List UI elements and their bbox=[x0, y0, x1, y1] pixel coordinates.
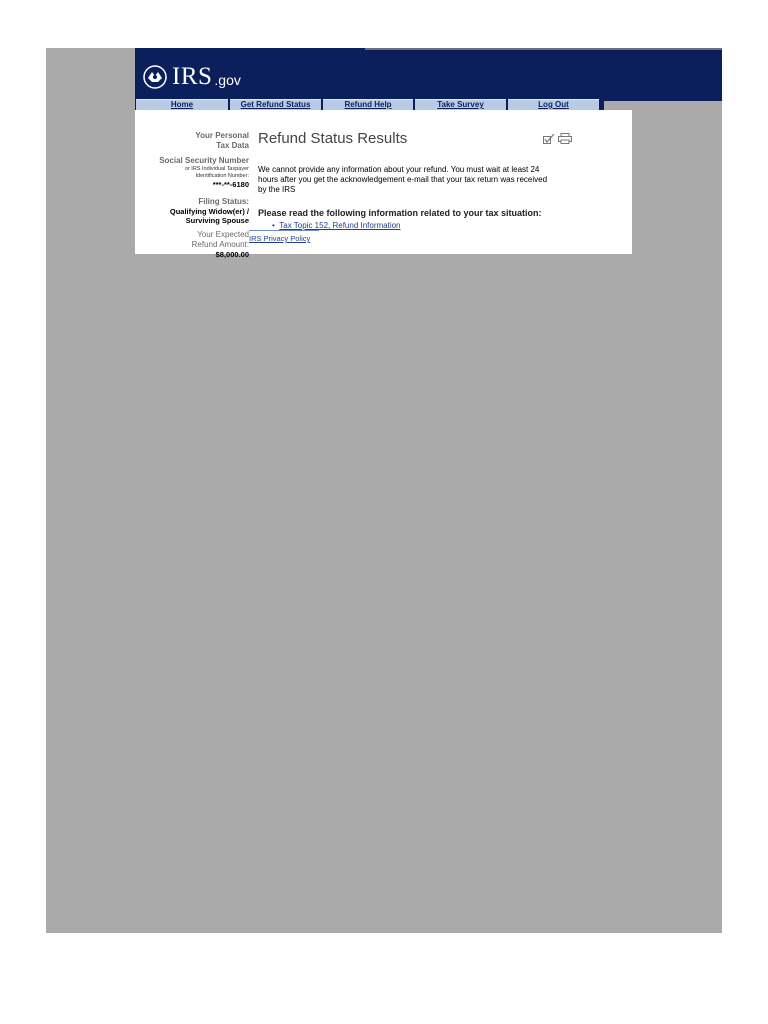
ssn-block: Social Security Number or IRS Individual… bbox=[135, 156, 249, 189]
message-line-2: hours after you get the acknowledgement … bbox=[258, 175, 548, 184]
tax-topic-link[interactable]: Tax Topic 152, Refund Information bbox=[279, 221, 400, 230]
divider bbox=[249, 230, 319, 231]
page-title: Refund Status Results bbox=[258, 130, 408, 147]
list-item: • Tax Topic 152, Refund Information bbox=[272, 221, 401, 230]
filing-label: Filing Status: bbox=[198, 197, 249, 206]
ssn-value: ***-**-6180 bbox=[212, 180, 249, 189]
refund-label-2: Refund Amount: bbox=[191, 240, 249, 249]
filing-value-2: Surviving Spouse bbox=[185, 216, 249, 225]
ssn-sublabel-2: Identification Number: bbox=[195, 173, 250, 179]
message-line-1: We cannot provide any information about … bbox=[258, 165, 540, 174]
filing-block: Filing Status: Qualifying Widow(er) / Su… bbox=[135, 197, 249, 225]
refund-value: $8,000.00 bbox=[215, 250, 249, 259]
logo-suffix: .gov bbox=[214, 72, 241, 88]
checkmark-icon[interactable] bbox=[543, 133, 555, 144]
refund-label-1: Your Expected bbox=[197, 230, 249, 239]
seal-icon bbox=[143, 65, 167, 89]
privacy-policy-link[interactable]: IRS Privacy Policy bbox=[249, 234, 310, 243]
ssn-label: Social Security Number bbox=[159, 156, 249, 165]
refund-block: Your Expected Refund Amount: $8,000.00 bbox=[135, 230, 249, 259]
personal-data-heading: Your Personal Tax Data bbox=[135, 131, 249, 151]
irs-logo[interactable]: IRS .gov bbox=[142, 58, 241, 90]
header-divider bbox=[365, 48, 722, 50]
page-tools bbox=[543, 133, 572, 147]
personal-title-line-2: Tax Data bbox=[216, 141, 249, 150]
filing-value-1: Qualifying Widow(er) / bbox=[169, 207, 249, 216]
logo-text: IRS bbox=[172, 63, 213, 90]
personal-title-line-1: Your Personal bbox=[195, 131, 249, 140]
message-line-3: by the IRS bbox=[258, 185, 296, 194]
print-icon[interactable] bbox=[557, 133, 572, 144]
ssn-sublabel-1: or IRS Individual Taxpayer bbox=[184, 166, 249, 172]
status-message: We cannot provide any information about … bbox=[258, 165, 570, 195]
info-heading: Please read the following information re… bbox=[258, 208, 542, 218]
